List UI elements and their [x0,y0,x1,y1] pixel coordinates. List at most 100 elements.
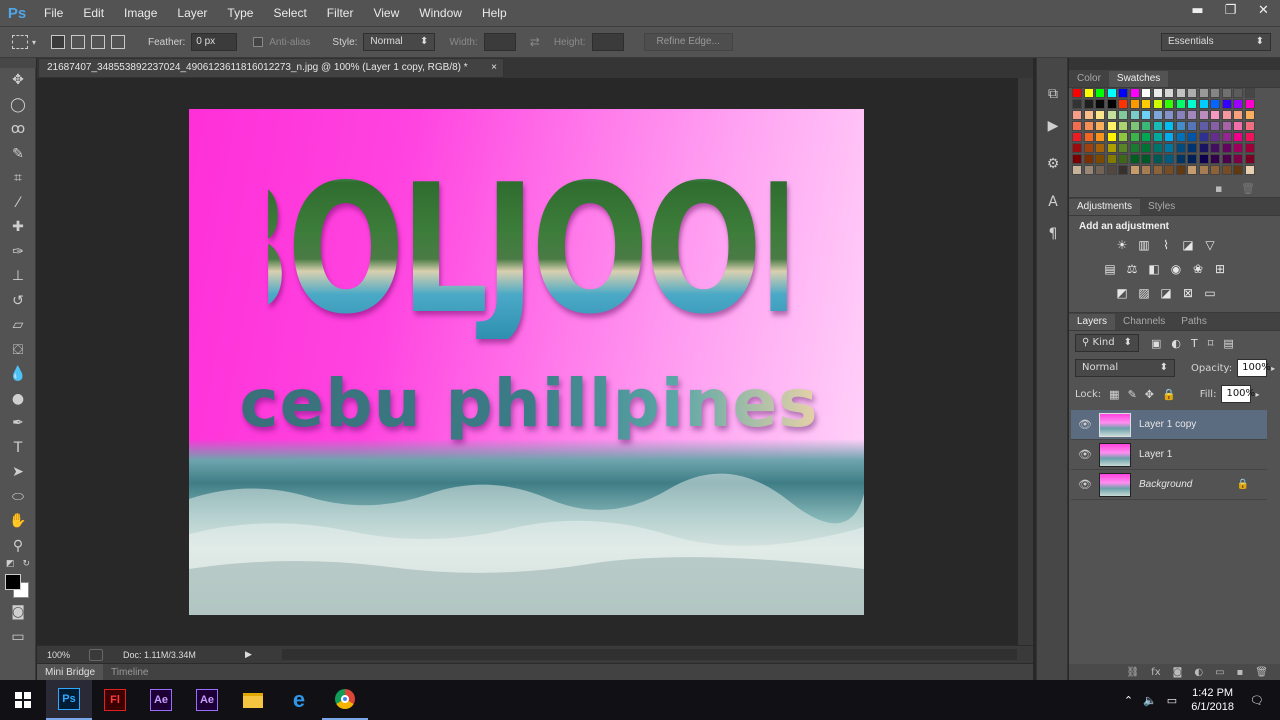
history-icon[interactable]: ⧉ [1037,78,1069,110]
swatch[interactable] [1095,88,1105,98]
color-swatches[interactable] [0,570,36,600]
swatch[interactable] [1118,121,1128,131]
swatch[interactable] [1175,88,1186,98]
swatch[interactable] [1198,99,1209,109]
new-selection-icon[interactable] [51,35,66,49]
brush-tool-icon[interactable]: ✑ [0,240,36,265]
swatch[interactable] [1141,99,1151,109]
swatch[interactable] [1198,121,1209,131]
width-input[interactable] [483,33,516,51]
opacity-input[interactable]: 100% [1237,359,1271,377]
tab-color[interactable]: Color [1069,71,1109,87]
swatch[interactable] [1210,110,1220,120]
swatch[interactable] [1152,88,1163,98]
close-button[interactable]: ✕ [1247,0,1280,20]
swatch[interactable] [1221,143,1232,153]
swatch[interactable] [1187,143,1197,153]
swatch[interactable] [1221,99,1232,109]
swatch[interactable] [1198,165,1209,175]
swatch[interactable] [1152,154,1163,164]
pen-tool-icon[interactable]: ✒ [0,411,36,436]
taskbar-after-effects[interactable]: Ae [138,680,184,720]
swatch[interactable] [1175,132,1186,142]
swatch[interactable] [1141,143,1151,153]
quick-select-tool-icon[interactable]: ✎ [0,142,36,167]
swatch[interactable] [1095,121,1105,131]
tab-adjustments[interactable]: Adjustments [1069,199,1141,215]
swatch[interactable] [1129,99,1140,109]
gradient-triangle-icon[interactable]: ▽ [1199,236,1221,254]
tab-layers[interactable]: Layers [1069,314,1116,330]
menu-filter[interactable]: Filter [317,0,364,26]
menu-file[interactable]: File [34,0,73,26]
swatch[interactable] [1221,88,1232,98]
ellipse-tool-icon[interactable]: ⬭ [0,485,36,510]
swatch[interactable] [1083,121,1094,131]
hand-tool-icon[interactable]: ✋ [0,509,36,534]
visibility-eye-icon[interactable]: 👁 [1071,478,1099,491]
lock-position-icon[interactable]: ✥ [1145,388,1154,401]
swatch[interactable] [1118,99,1128,109]
menu-image[interactable]: Image [114,0,167,26]
swatch[interactable] [1095,110,1105,120]
layer-mask-icon[interactable]: ◙ [1173,667,1183,678]
new-swatch-icon[interactable]: ▪ [1215,182,1222,195]
swatch[interactable] [1072,88,1082,98]
tray-chevron-icon[interactable]: ⌃ [1124,694,1133,707]
swatch[interactable] [1187,110,1197,120]
swatch[interactable] [1244,132,1255,142]
marquee-tool-preset-icon[interactable] [12,35,28,49]
swatch[interactable] [1083,88,1094,98]
swatch[interactable] [1118,165,1128,175]
swatch[interactable] [1210,154,1220,164]
swatch[interactable] [1233,121,1243,131]
tab-styles[interactable]: Styles [1140,199,1183,215]
swatch[interactable] [1210,121,1220,131]
swatch[interactable] [1083,165,1094,175]
swatch[interactable] [1072,143,1082,153]
menu-layer[interactable]: Layer [167,0,217,26]
swatch[interactable] [1095,165,1105,175]
move-tool-icon[interactable]: ✥ [0,68,36,93]
swatch[interactable] [1221,121,1232,131]
swatch[interactable] [1095,143,1105,153]
type-tool-icon[interactable]: T [0,436,36,461]
photo-filter-icon[interactable]: ❀ [1187,260,1209,278]
workspace-select[interactable]: Essentials ⬍ [1161,33,1271,51]
swatch[interactable] [1129,121,1140,131]
swatch[interactable] [1072,110,1082,120]
path-selection-tool-icon[interactable]: ➤ [0,460,36,485]
swatch[interactable] [1141,154,1151,164]
swatch[interactable] [1187,121,1197,131]
layer-name[interactable]: Background [1139,479,1192,490]
filter-smart-icon[interactable]: ▤ [1223,337,1233,350]
swatch[interactable] [1152,121,1163,131]
taskbar-flash[interactable]: Fl [92,680,138,720]
blur-tool-icon[interactable]: 💧 [0,362,36,387]
filter-adjustment-icon[interactable]: ◐ [1171,337,1181,350]
intersect-selection-icon[interactable] [111,35,126,49]
swatch[interactable] [1118,110,1128,120]
zoom-level[interactable]: 100% [37,650,83,660]
layer-row[interactable]: 👁 Layer 1 [1071,440,1267,470]
menu-view[interactable]: View [363,0,409,26]
tab-timeline[interactable]: Timeline [103,664,156,682]
swatch[interactable] [1152,132,1163,142]
levels-icon[interactable]: ▥ [1133,236,1155,254]
swatch[interactable] [1141,165,1151,175]
preset-dropdown-icon[interactable]: ▾ [32,38,36,47]
layer-style-icon[interactable]: fx [1151,667,1160,678]
quick-mask-icon[interactable]: ◙ [0,600,36,625]
lock-transparent-icon[interactable]: ▦ [1109,388,1119,401]
brightness-icon[interactable]: ☀ [1111,236,1133,254]
swatch[interactable] [1095,154,1105,164]
swatch[interactable] [1164,121,1174,131]
swatch[interactable] [1233,165,1243,175]
foreground-color[interactable] [5,574,21,590]
swatch[interactable] [1141,110,1151,120]
swatch[interactable] [1210,88,1220,98]
paint-bucket-tool-icon[interactable]: ⛋ [0,338,36,363]
channel-mixer-icon[interactable]: ⊞ [1209,260,1231,278]
new-group-icon[interactable]: ▭ [1215,667,1224,678]
taskbar-after-effects-2[interactable]: Ae [184,680,230,720]
